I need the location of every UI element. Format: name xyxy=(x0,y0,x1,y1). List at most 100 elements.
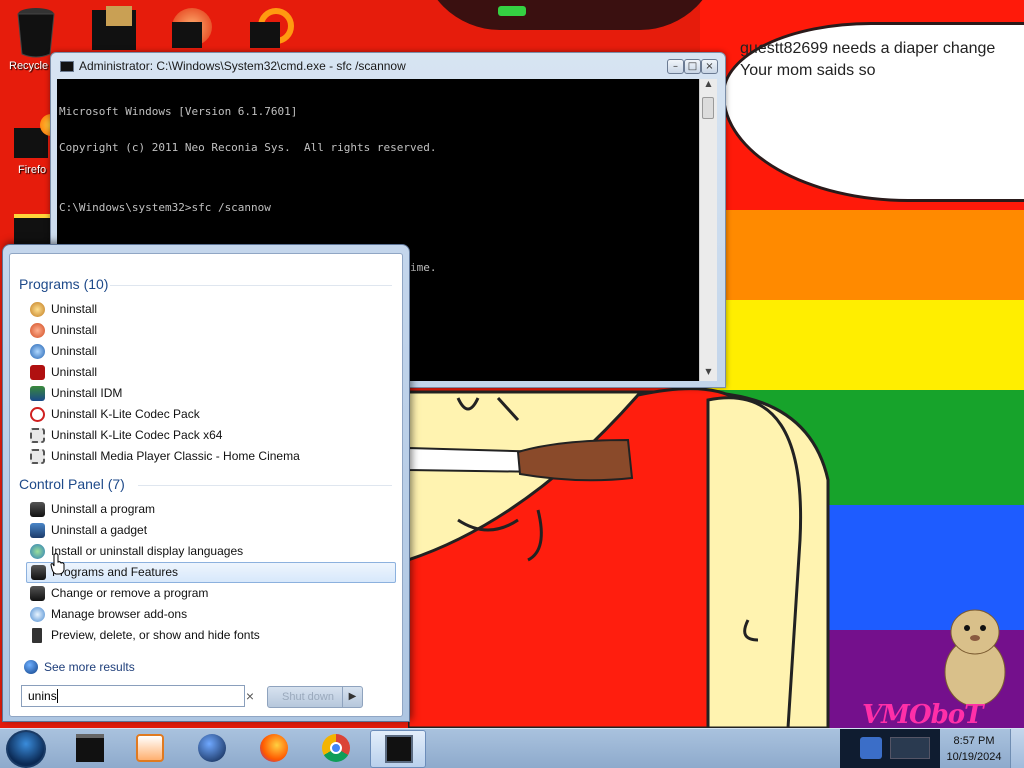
clock-time: 8:57 PM xyxy=(953,735,995,747)
program-result[interactable]: Uninstall xyxy=(26,341,396,362)
chrome-icon xyxy=(322,734,350,762)
control-panel-separator xyxy=(138,485,392,486)
shutdown-options-icon[interactable]: ▶ xyxy=(342,687,362,707)
no-entry-icon xyxy=(30,407,45,422)
filezilla-icon xyxy=(30,365,45,380)
control-panel-header[interactable]: Control Panel (7) xyxy=(19,476,125,492)
program-result[interactable]: Uninstall xyxy=(26,299,396,320)
maximize-button[interactable]: □ xyxy=(684,59,701,74)
program-result-label: Uninstall IDM xyxy=(51,386,123,400)
control-panel-result-label: Change or remove a program xyxy=(51,586,209,600)
program-result-label: Uninstall xyxy=(51,323,98,337)
taskbar-chrome-button[interactable] xyxy=(308,730,364,768)
program-result[interactable]: Uninstall IDM xyxy=(26,383,396,404)
vmobot-logo-text: VMOboT xyxy=(862,700,983,730)
taskbar: 8:57 PM 10/19/2024 xyxy=(0,728,1024,768)
program-result-label: Uninstall K-Lite Codec Pack xyxy=(51,407,200,421)
program-result-label: Uninstall xyxy=(51,302,98,316)
explorer-icon xyxy=(76,734,104,762)
taskbar-firefox-button[interactable] xyxy=(246,730,302,768)
control-panel-result[interactable]: Manage browser add-ons xyxy=(26,604,396,625)
scroll-down-icon[interactable]: ▼ xyxy=(700,367,717,381)
globe-icon xyxy=(198,734,226,762)
control-panel-result-label: Uninstall a program xyxy=(51,502,156,516)
start-search-input[interactable]: unins​ × xyxy=(21,685,254,707)
firefox-icon xyxy=(260,734,288,762)
taskbar-globe-button[interactable] xyxy=(184,730,240,768)
tray-network-icon[interactable] xyxy=(860,737,882,759)
control-panel-result-label: Install or uninstall display languages xyxy=(51,544,244,558)
film-icon xyxy=(30,449,45,464)
app-overlay xyxy=(250,22,280,48)
browser-icon xyxy=(30,607,45,622)
media-player-icon xyxy=(136,734,164,762)
control-panel-result[interactable]: Uninstall a gadget xyxy=(26,520,396,541)
notification-area[interactable] xyxy=(840,729,940,768)
program-result[interactable]: Uninstall K-Lite Codec Pack x64 xyxy=(26,425,396,446)
search-text: unins xyxy=(28,689,57,703)
shutdown-button[interactable]: Shut down ▶ xyxy=(267,686,363,708)
clock-date: 10/19/2024 xyxy=(946,751,1002,763)
film-icon xyxy=(30,428,45,443)
taskbar-clock[interactable]: 8:57 PM 10/19/2024 xyxy=(944,733,1004,765)
desktop-icon-folder-2[interactable] xyxy=(14,214,54,244)
programs-header[interactable]: Programs (10) xyxy=(19,276,108,292)
program-result-label: Uninstall xyxy=(51,344,98,358)
console-line: Microsoft Windows [Version 6.1.7601] xyxy=(59,105,298,118)
minimize-button[interactable]: – xyxy=(667,59,684,74)
speech-bubble-text: guestt82699 needs a diaper change Your m… xyxy=(740,38,995,82)
taskbar-explorer-button[interactable] xyxy=(62,730,118,768)
search-results-panel: Programs (10) Uninstall Uninstall Uninst… xyxy=(9,253,403,717)
taskbar-media-player-button[interactable] xyxy=(122,730,178,768)
clear-search-icon[interactable]: × xyxy=(242,688,258,704)
fonts-icon xyxy=(32,628,42,643)
control-panel-result[interactable]: Install or uninstall display languages xyxy=(26,541,396,562)
control-panel-result-selected[interactable]: Programs and Features xyxy=(26,562,396,583)
see-more-results-link[interactable]: See more results xyxy=(24,658,135,676)
close-button[interactable]: × xyxy=(701,59,718,74)
program-result-label: Uninstall Media Player Classic - Home Ci… xyxy=(51,449,300,463)
control-panel-result[interactable]: Change or remove a program xyxy=(26,583,396,604)
text-caret: ​ xyxy=(56,689,58,703)
control-panel-result-label: Manage browser add-ons xyxy=(51,607,188,621)
cmd-icon xyxy=(60,61,74,72)
setup-blue-icon xyxy=(30,344,45,359)
recycle-bin-icon xyxy=(17,8,55,58)
tray-app-icon[interactable] xyxy=(890,737,930,759)
programs-separator xyxy=(110,285,392,286)
program-result-label: Uninstall xyxy=(51,365,98,379)
setup-globe-icon xyxy=(30,302,45,317)
program-result[interactable]: Uninstall xyxy=(26,320,396,341)
programs-icon xyxy=(30,502,45,517)
control-panel-result[interactable]: Uninstall a program xyxy=(26,499,396,520)
desktop-icon-app[interactable] xyxy=(248,8,294,48)
cmd-scrollbar[interactable]: ▲ ▼ xyxy=(699,79,717,381)
folder-icon xyxy=(106,6,132,26)
media-overlay xyxy=(172,22,202,48)
shutdown-label: Shut down xyxy=(282,691,334,703)
taskbar-cmd-button[interactable] xyxy=(370,730,426,768)
gadget-icon xyxy=(30,523,45,538)
idm-icon xyxy=(30,386,45,401)
control-panel-result[interactable]: Preview, delete, or show and hide fonts xyxy=(26,625,396,646)
start-button[interactable] xyxy=(6,730,46,768)
programs-icon xyxy=(30,586,45,601)
show-desktop-button[interactable] xyxy=(1010,729,1024,768)
bubble-line-2: Your mom saids so xyxy=(740,62,876,79)
language-icon xyxy=(30,544,45,559)
desktop-icon-media[interactable] xyxy=(170,8,216,48)
console-line: Copyright (c) 2011 Neo Reconia Sys. All … xyxy=(59,141,437,154)
recycle-bin-label: Recycle xyxy=(9,60,49,72)
scroll-up-icon[interactable]: ▲ xyxy=(700,79,717,93)
console-line: C:\Windows\system32>sfc /scannow xyxy=(59,201,271,214)
program-result[interactable]: Uninstall K-Lite Codec Pack xyxy=(26,404,396,425)
cmd-title: Administrator: C:\Windows\System32\cmd.e… xyxy=(79,59,406,73)
desktop-icon-folder[interactable] xyxy=(92,6,136,50)
hamster-image xyxy=(944,609,1006,707)
program-result[interactable]: Uninstall xyxy=(26,362,396,383)
program-result[interactable]: Uninstall Media Player Classic - Home Ci… xyxy=(26,446,396,467)
control-panel-result-label: Programs and Features xyxy=(52,565,179,579)
program-result-label: Uninstall K-Lite Codec Pack x64 xyxy=(51,428,223,442)
scroll-thumb[interactable] xyxy=(702,97,714,119)
firefox-label: Firefo xyxy=(18,164,47,176)
